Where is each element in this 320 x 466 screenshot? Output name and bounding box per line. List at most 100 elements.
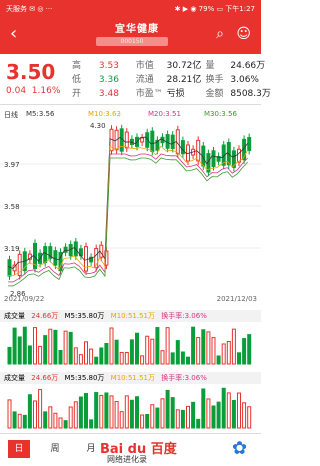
volume-bar bbox=[191, 326, 196, 365]
value-low: 3.36 bbox=[98, 75, 119, 85]
y-label-1: 3.97 bbox=[4, 161, 20, 169]
tab-month[interactable]: 月 bbox=[80, 440, 102, 458]
value-pe: 亏损 bbox=[166, 89, 185, 99]
volume-bar bbox=[48, 406, 53, 429]
volume-bar bbox=[94, 392, 99, 429]
quote-grid: 高 3.53 市值 30.72亿 量 24.66万 低 3.36 流通 28.2… bbox=[72, 58, 271, 100]
volume-bar bbox=[27, 345, 32, 365]
volume-bar bbox=[140, 355, 145, 365]
price-change: 0.04 1.16% bbox=[6, 86, 60, 96]
volume-bar bbox=[150, 404, 155, 429]
volume-bar bbox=[22, 326, 27, 365]
volume-bar bbox=[109, 395, 114, 429]
candle bbox=[140, 137, 145, 143]
volume-bar bbox=[53, 412, 58, 429]
volume-bar bbox=[119, 411, 124, 429]
quote-row: 开 3.48 市盈™ 亏损 金额 8508.3万 bbox=[72, 86, 271, 100]
quote-row: 低 3.36 流通 28.21亿 换手 3.06% bbox=[72, 72, 262, 86]
volume-bar bbox=[114, 400, 119, 429]
volume-chart-2[interactable] bbox=[0, 386, 261, 430]
back-icon[interactable]: ‹ bbox=[10, 25, 17, 43]
promo-icon: ✿ bbox=[232, 438, 248, 459]
date-start: 2021/09/22 bbox=[4, 295, 45, 303]
status-bar: 天服务 ✉ ◎ ··· ✱ ▶ ◉ 79% ▭ 下午1:27 bbox=[0, 0, 261, 16]
volume-bar bbox=[211, 337, 216, 365]
volume-bar bbox=[155, 327, 160, 365]
volume-bar bbox=[43, 411, 48, 429]
volume-bar bbox=[221, 343, 226, 365]
volume-bar bbox=[104, 343, 109, 365]
volume-bar bbox=[58, 349, 63, 365]
tab-week[interactable]: 周 bbox=[44, 440, 66, 458]
volume-value: 24.66万 bbox=[31, 312, 59, 320]
volume-bar bbox=[12, 411, 17, 429]
volume-bar bbox=[145, 335, 150, 365]
volume-m5: M5:35.80万 bbox=[64, 312, 105, 320]
volume-bar bbox=[165, 389, 170, 429]
volume-bar bbox=[84, 393, 88, 429]
y-label-3: 3.19 bbox=[4, 245, 20, 253]
volume-bar bbox=[38, 389, 43, 429]
volume-bar bbox=[63, 420, 68, 429]
volume-bar bbox=[63, 330, 68, 365]
tab-day[interactable]: 日 bbox=[8, 440, 30, 458]
label-pe: 市盈™ bbox=[135, 89, 163, 99]
volume-bar bbox=[196, 337, 201, 365]
volume-bar bbox=[196, 418, 201, 429]
volume-bar bbox=[155, 407, 160, 429]
volume-bar bbox=[78, 396, 83, 429]
volume-bar bbox=[48, 328, 53, 365]
status-right: ✱ ▶ ◉ 79% ▭ 下午1:27 bbox=[174, 5, 255, 13]
candle bbox=[165, 134, 170, 149]
volume-bar bbox=[38, 345, 43, 365]
date-end: 2021/12/03 bbox=[216, 295, 257, 303]
value-mktcap: 30.72亿 bbox=[166, 61, 202, 71]
volume-bar bbox=[78, 354, 83, 365]
share-icon[interactable]: ☺ bbox=[236, 26, 251, 42]
volume-bar bbox=[180, 351, 185, 365]
volume-chart-1[interactable] bbox=[0, 324, 261, 366]
volume-bar bbox=[33, 327, 37, 365]
candle bbox=[53, 250, 58, 266]
volume-bar bbox=[247, 334, 252, 365]
volume-bar bbox=[73, 347, 78, 365]
value-volume: 24.66万 bbox=[230, 61, 266, 71]
volume-bar bbox=[237, 352, 241, 365]
candle bbox=[63, 246, 68, 253]
label-open: 开 bbox=[72, 89, 82, 99]
legend-m20: M20:3.51 bbox=[148, 110, 181, 118]
label-turnover: 换手 bbox=[205, 75, 224, 85]
volume-bar bbox=[89, 348, 94, 365]
volume-bar bbox=[104, 392, 109, 429]
volume-bar bbox=[109, 327, 114, 365]
volume-bar bbox=[114, 339, 119, 365]
volume-bar bbox=[58, 417, 63, 429]
header-icons: ⌕ ☺ bbox=[208, 26, 251, 42]
volume-bar bbox=[206, 331, 211, 365]
volume-bar bbox=[186, 405, 190, 429]
status-left: 天服务 ✉ ◎ ··· bbox=[6, 5, 53, 13]
volume-bar bbox=[12, 327, 17, 365]
volume-label[interactable]: 成交量 bbox=[4, 374, 25, 382]
volume-bar bbox=[99, 347, 104, 365]
stock-code: 000150 bbox=[96, 37, 168, 46]
value-float: 28.21亿 bbox=[166, 75, 202, 85]
quote-panel: 3.50 0.04 1.16% 高 3.53 市值 30.72亿 量 24.66… bbox=[0, 54, 271, 105]
volume-bar bbox=[150, 338, 155, 365]
kline-chart[interactable]: 4.30 3.97 3.58 3.19 2.86 bbox=[0, 118, 261, 303]
volume-bar bbox=[231, 328, 236, 365]
volume-bar bbox=[247, 406, 252, 429]
volume-label[interactable]: 成交量 bbox=[4, 312, 25, 320]
search-icon[interactable]: ⌕ bbox=[216, 26, 224, 42]
volume-bar bbox=[201, 388, 206, 429]
candle bbox=[247, 137, 252, 151]
candle bbox=[150, 130, 155, 152]
volume-bar bbox=[221, 387, 226, 429]
volume-bar bbox=[17, 413, 22, 429]
volume-bar bbox=[17, 336, 22, 365]
volume-header-2: 成交量 24.66万 M5:35.80万 M10:51.51万 换手率:3.06… bbox=[0, 372, 261, 384]
volume-bar bbox=[129, 399, 134, 429]
value-high: 3.53 bbox=[98, 61, 119, 71]
volume-bar bbox=[160, 350, 165, 365]
volume-bar bbox=[73, 401, 78, 429]
